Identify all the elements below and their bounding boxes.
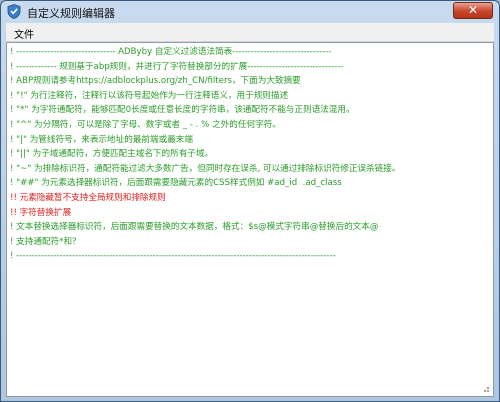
editor-line: ! ABP规则请参考https://adblockplus.org/zh_CN/… <box>10 76 301 87</box>
rule-editor-window: 自定义规则编辑器 ✕ 文件 ! ------------------------… <box>0 0 500 402</box>
editor-line: ! ------------- 规则基于abp规则，并进行了字符替换部分的扩展-… <box>10 61 344 72</box>
editor-line: ! 支持通配符*和？ <box>10 236 81 247</box>
editor-line: ! "!" 为行注释符，注释行以该符号起始作为一行注释语义，用于规则描述 <box>10 90 289 101</box>
editor-line: ! "~" 为排除标识符，通配符能过滤大多数广告，但同时存在误杀, 可以通过排除… <box>10 163 401 174</box>
window-title: 自定义规则编辑器 <box>27 7 115 20</box>
editor-line: ! 文本替换选择器标识符，后面跟需要替换的文本数据，格式：$s@模式字符串@替换… <box>10 222 379 233</box>
editor-line: ! "*" 为字符通配符，能够匹配0长度或任意长度的字符串，该通配符不能与正则语… <box>10 105 355 116</box>
editor-line: ! --------------------------------------… <box>10 251 336 262</box>
editor-line: ! "||" 为子域通配符，方便匹配主域名下的所有子域。 <box>10 149 214 160</box>
shield-icon <box>7 4 21 19</box>
close-button[interactable]: ✕ <box>453 2 493 19</box>
menu-file[interactable]: 文件 <box>14 26 34 41</box>
resize-grip-icon[interactable] <box>481 384 490 393</box>
editor-line: ! "^" 为分隔符，可以是除了字母、数字或者 _ - . % 之外的任何字符。 <box>10 119 281 130</box>
editor-line: ! "|" 为管线符号，来表示地址的最前端或最末端 <box>10 134 193 145</box>
editor-line: !! 元素隐藏暂不支持全局规则和排除规则 <box>10 192 166 203</box>
menu-bar: 文件 <box>6 23 494 42</box>
rules-text-editor[interactable]: ! -------------------------------- ADByb… <box>6 42 494 397</box>
editor-line: !! 字符替换扩展 <box>10 207 72 218</box>
editor-line: ! "##" 为元素选择器标识符，后面跟需要隐藏元素的CSS样式例如 #ad_i… <box>10 178 342 189</box>
editor-line: ! -------------------------------- ADByb… <box>10 47 332 57</box>
title-bar[interactable]: 自定义规则编辑器 ✕ <box>1 1 499 23</box>
editor-lines: ! -------------------------------- ADByb… <box>10 45 489 264</box>
